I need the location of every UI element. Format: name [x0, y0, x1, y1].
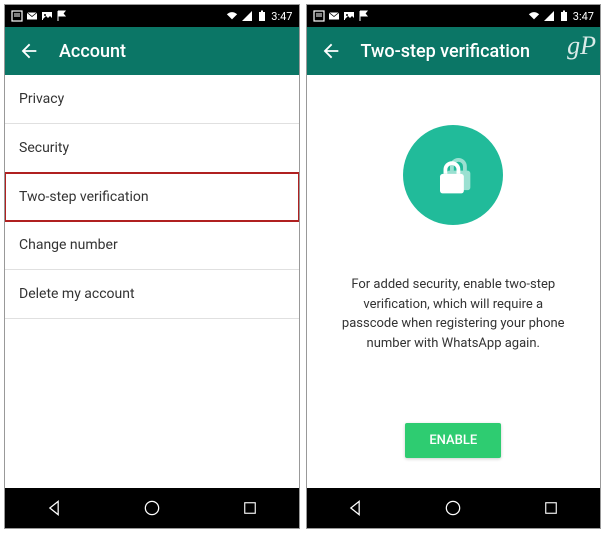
nav-bar [5, 488, 299, 528]
nav-bar [307, 488, 601, 528]
phone-account-screen: 3:47 Account Privacy Security Two-step v… [4, 4, 300, 529]
nav-recents-button[interactable] [238, 496, 262, 520]
list-item-change-number[interactable]: Change number [5, 221, 299, 270]
back-button[interactable] [17, 39, 41, 63]
page-title: Account [59, 41, 126, 62]
phone-verification-screen: 3:47 Two-step verification gP For added … [306, 4, 602, 529]
list-item-privacy[interactable]: Privacy [5, 75, 299, 124]
list-item-security[interactable]: Security [5, 124, 299, 173]
verification-description: For added security, enable two-step veri… [327, 275, 581, 353]
status-bar: 3:47 [5, 5, 299, 27]
status-bar: 3:47 [307, 5, 601, 27]
status-time: 3:47 [573, 10, 594, 23]
flag-icon [56, 10, 68, 22]
list-item-two-step[interactable]: Two-step verification [5, 172, 299, 222]
status-left-icons [313, 10, 370, 22]
battery-icon [558, 10, 570, 22]
signal-icon [543, 10, 555, 22]
nav-recents-button[interactable] [539, 496, 563, 520]
verification-content: For added security, enable two-step veri… [307, 75, 601, 488]
wifi-icon [528, 10, 540, 22]
notification-icon [11, 10, 23, 22]
photo-icon [41, 10, 53, 22]
list-item-delete-account[interactable]: Delete my account [5, 270, 299, 319]
status-right-icons: 3:47 [226, 10, 292, 23]
mail-icon [26, 10, 38, 22]
status-left-icons [11, 10, 68, 22]
back-button[interactable] [319, 39, 343, 63]
enable-button[interactable]: ENABLE [405, 423, 501, 458]
nav-home-button[interactable] [441, 496, 465, 520]
status-right-icons: 3:47 [528, 10, 594, 23]
app-bar: Two-step verification [307, 27, 601, 75]
nav-back-button[interactable] [42, 496, 66, 520]
nav-home-button[interactable] [140, 496, 164, 520]
battery-icon [256, 10, 268, 22]
lock-icon [403, 125, 503, 225]
photo-icon [343, 10, 355, 22]
mail-icon [328, 10, 340, 22]
signal-icon [241, 10, 253, 22]
notification-icon [313, 10, 325, 22]
app-bar: Account [5, 27, 299, 75]
wifi-icon [226, 10, 238, 22]
page-title: Two-step verification [361, 41, 531, 62]
account-list: Privacy Security Two-step verification C… [5, 75, 299, 488]
nav-back-button[interactable] [343, 496, 367, 520]
flag-icon [358, 10, 370, 22]
status-time: 3:47 [271, 10, 292, 23]
